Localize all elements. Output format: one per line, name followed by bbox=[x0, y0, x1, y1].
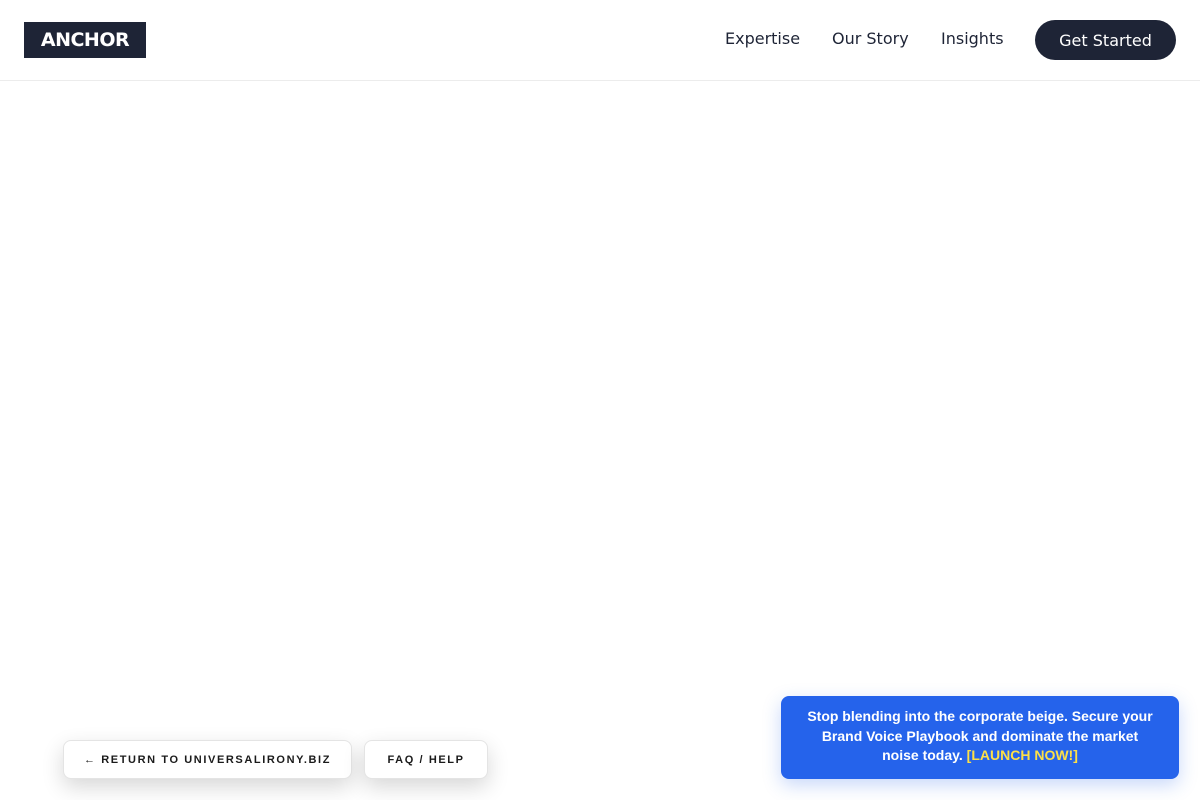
nav-link-our-story[interactable]: Our Story bbox=[832, 29, 909, 51]
logo[interactable]: ANCHOR bbox=[24, 22, 146, 58]
site-header: ANCHOR Expertise Our Story Insights Get … bbox=[0, 0, 1200, 81]
get-started-button[interactable]: Get Started bbox=[1035, 20, 1176, 60]
nav-link-expertise[interactable]: Expertise bbox=[725, 29, 800, 51]
launch-now-link[interactable]: [LAUNCH NOW!] bbox=[967, 747, 1078, 763]
promo-banner[interactable]: Stop blending into the corporate beige. … bbox=[781, 696, 1179, 779]
nav-link-insights[interactable]: Insights bbox=[941, 29, 1004, 51]
return-to-site-button[interactable]: ← RETURN TO UNIVERSALIRONY.BIZ bbox=[63, 740, 352, 779]
faq-help-button[interactable]: FAQ / HELP bbox=[364, 740, 488, 779]
